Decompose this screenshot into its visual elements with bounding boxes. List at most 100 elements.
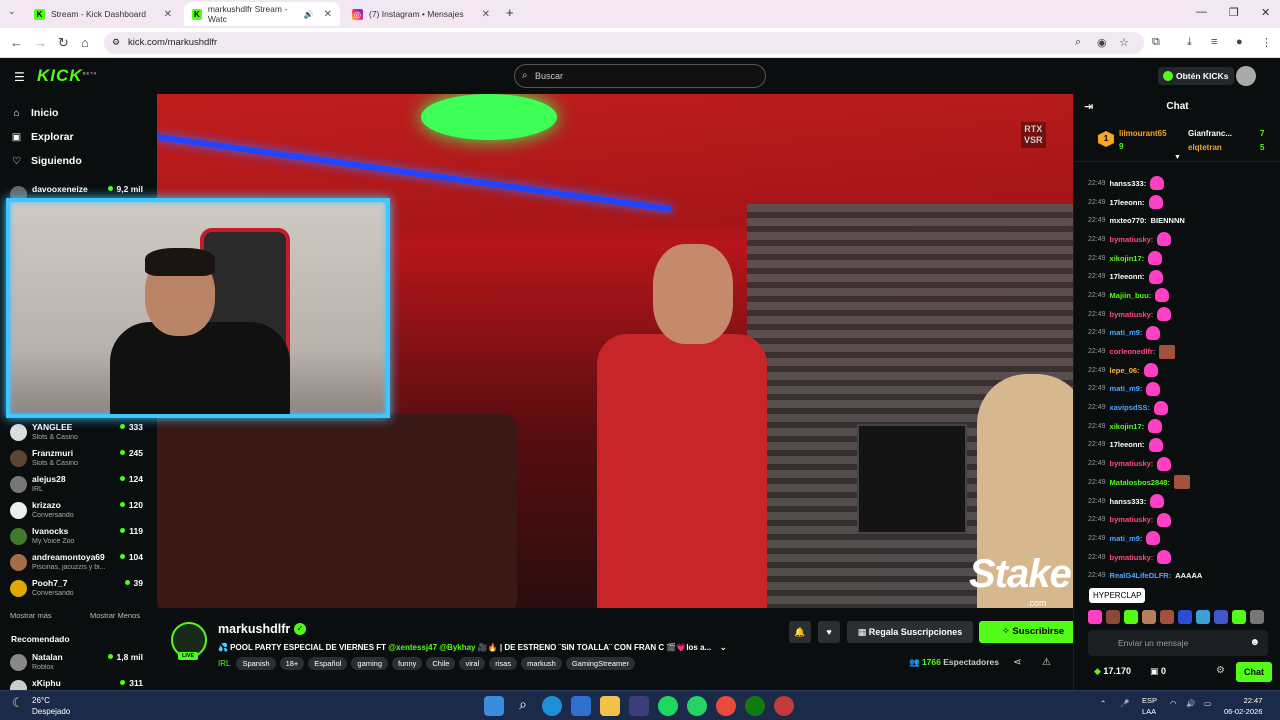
chat-message[interactable]: 22:49 Matalosbos2848: <box>1088 473 1278 492</box>
subscribe-button[interactable]: ✧ Suscribirse <box>979 621 1087 643</box>
tag[interactable]: Chile <box>426 657 456 670</box>
message-username[interactable]: lepe_06: <box>1110 366 1140 375</box>
tag[interactable]: risas <box>489 657 518 670</box>
recommended-channel[interactable]: Natalan Roblox 1,8 mil <box>10 652 145 676</box>
message-username[interactable]: xikojin17: <box>1110 254 1145 263</box>
spotify-icon[interactable] <box>658 696 678 716</box>
chat-message[interactable]: 22:49 mati_m9: <box>1088 324 1278 343</box>
search-input[interactable]: ⌕ Buscar <box>514 64 766 88</box>
emote-button[interactable] <box>1142 610 1156 624</box>
profile-icon[interactable]: ● <box>1236 36 1243 48</box>
message-username[interactable]: Majiin_buu: <box>1110 291 1152 300</box>
show-less-link[interactable]: Mostrar Menos <box>90 611 140 620</box>
followed-channel[interactable]: YANGLEE Slots & Casino 333 <box>10 422 145 446</box>
message-username[interactable]: xikojin17: <box>1110 422 1145 431</box>
chat-message[interactable]: 22:49 lepe_06: <box>1088 361 1278 380</box>
followed-channel[interactable]: krizazo Conversando 120 <box>10 500 145 524</box>
tag[interactable]: funny <box>392 657 423 670</box>
reload-icon[interactable]: ↻ <box>58 35 69 51</box>
whatsapp-icon[interactable] <box>687 696 707 716</box>
get-kicks-button[interactable]: Obtén KICKs <box>1158 67 1235 85</box>
back-icon[interactable]: ← <box>10 35 23 50</box>
followed-channel[interactable]: Pooh7_7 Conversando 39 <box>10 578 145 602</box>
leader-name[interactable]: lilmourant65 <box>1119 129 1167 138</box>
url-field[interactable]: ⚙ kick.com/markushdlfr <box>104 32 1144 54</box>
emote-button[interactable] <box>1250 610 1264 624</box>
share-icon[interactable]: ⋖ <box>1013 657 1021 668</box>
chat-message[interactable]: 22:49 hanss333: <box>1088 492 1278 511</box>
site-info-icon[interactable]: ⚙ <box>112 37 120 48</box>
recommended-channel[interactable]: xKiphu 311 <box>10 678 145 690</box>
chat-message[interactable]: 22:49 17leeonn: <box>1088 193 1278 212</box>
tag[interactable]: GamingStreamer <box>565 657 635 670</box>
chat-message[interactable]: 22:49 xikojin17: <box>1088 249 1278 268</box>
language-indicator[interactable]: ESP LAA <box>1142 695 1157 717</box>
tag[interactable]: Spanish <box>236 657 276 670</box>
gift-subs-button[interactable]: ▦ Regala Suscripciones <box>847 621 973 643</box>
chat-message[interactable]: 22:49 RealG4LifeDLFR: AAAAA <box>1088 566 1278 585</box>
message-username[interactable]: 17leeonn: <box>1110 440 1145 449</box>
chat-message[interactable]: 22:49 bymatiusky: <box>1088 454 1278 473</box>
weather-widget[interactable]: ☾ 26°C Despejado <box>12 695 70 717</box>
emote-button[interactable] <box>1124 610 1138 624</box>
minimize-icon[interactable]: — <box>1196 6 1207 18</box>
message-username[interactable]: 17leeonn: <box>1110 272 1145 281</box>
close-tab-icon[interactable]: ✕ <box>164 9 172 20</box>
chest-count[interactable]: ▣ 0 <box>1150 666 1166 677</box>
close-tab-icon[interactable]: ✕ <box>482 9 490 20</box>
tab-search-icon[interactable]: ⌄ <box>8 6 16 17</box>
bookmark-star-icon[interactable]: ☆ <box>1119 36 1129 49</box>
extensions-icon[interactable]: ⧉ <box>1152 36 1160 49</box>
taskbar-clock[interactable]: 22:47 06-02-2026 <box>1224 695 1262 717</box>
emote-button[interactable] <box>1088 610 1102 624</box>
sidebar-item-explorar[interactable]: ▣ Explorar <box>11 131 74 143</box>
report-icon[interactable]: ⚠ <box>1042 657 1051 668</box>
kick-logo[interactable]: KICKBETA <box>37 66 97 86</box>
chat-message[interactable]: 22:49 Majiin_buu: <box>1088 286 1278 305</box>
message-username[interactable]: bymatiusky: <box>1110 553 1154 562</box>
file-explorer-icon[interactable] <box>600 696 620 716</box>
chrome-icon[interactable] <box>716 696 736 716</box>
tag[interactable]: markush <box>521 657 562 670</box>
restore-icon[interactable]: ❐ <box>1229 6 1239 19</box>
chat-message[interactable]: 22:49 bymatiusky: <box>1088 548 1278 567</box>
chat-message[interactable]: 22:49 hanss333: <box>1088 174 1278 193</box>
followed-channel[interactable]: alejus28 IRL 124 <box>10 474 145 498</box>
hamburger-menu-icon[interactable]: ☰ <box>14 70 25 84</box>
tag[interactable]: Español <box>308 657 348 670</box>
emote-button[interactable] <box>1178 610 1192 624</box>
chat-message[interactable]: 22:49 mati_m9: <box>1088 529 1278 548</box>
chrome-profile-icon[interactable] <box>774 696 794 716</box>
chat-message[interactable]: 22:49 corleonedlfr: <box>1088 342 1278 361</box>
xbox-icon[interactable] <box>745 696 765 716</box>
sidebar-item-siguiendo[interactable]: ♡ Siguiendo <box>11 155 82 167</box>
chat-message[interactable]: 22:49 xikojin17: <box>1088 417 1278 436</box>
emote-button[interactable] <box>1196 610 1210 624</box>
chat-settings-gear-icon[interactable]: ⚙ <box>1216 665 1225 676</box>
leader-name[interactable]: elqtetran <box>1188 143 1222 152</box>
chat-message[interactable]: 22:49 bymatiusky: <box>1088 305 1278 324</box>
audio-playing-icon[interactable]: 🔊 <box>304 10 314 19</box>
tag[interactable]: 18+ <box>279 657 305 670</box>
show-more-link[interactable]: Mostrar más <box>10 611 52 620</box>
followed-channel[interactable]: andreamontoya69 Piscinas, jacuzzis y bi.… <box>10 552 145 576</box>
notifications-bell-button[interactable]: 🔔 <box>789 621 811 643</box>
forward-icon[interactable]: → <box>34 35 47 50</box>
followed-channel[interactable]: Franzmuri Slots & Casino 245 <box>10 448 145 472</box>
message-username[interactable]: Matalosbos2848: <box>1110 478 1170 487</box>
menu-dots-icon[interactable]: ⋮ <box>1261 36 1272 49</box>
user-avatar[interactable] <box>1236 66 1256 86</box>
start-windows-icon[interactable] <box>484 696 504 716</box>
send-chat-button[interactable]: Chat <box>1236 662 1272 682</box>
volume-icon[interactable]: 🔊 <box>1186 699 1195 708</box>
tag[interactable]: gaming <box>351 657 389 670</box>
message-username[interactable]: bymatiusky: <box>1110 515 1154 524</box>
home-icon[interactable]: ⌂ <box>81 35 89 50</box>
leader-name[interactable]: Gianfranc... <box>1188 129 1232 138</box>
chat-message[interactable]: 22:49 17leeonn: <box>1088 267 1278 286</box>
tab-instagram[interactable]: ◎ (7) Instagram • Mensajes ✕ <box>344 2 498 26</box>
emote-button[interactable] <box>1214 610 1228 624</box>
message-username[interactable]: corleonedlfr: <box>1110 347 1156 356</box>
chat-message-input[interactable]: Enviar un mensaje ☻ <box>1088 630 1268 656</box>
downloads-icon[interactable]: ⤓ <box>1187 36 1192 49</box>
